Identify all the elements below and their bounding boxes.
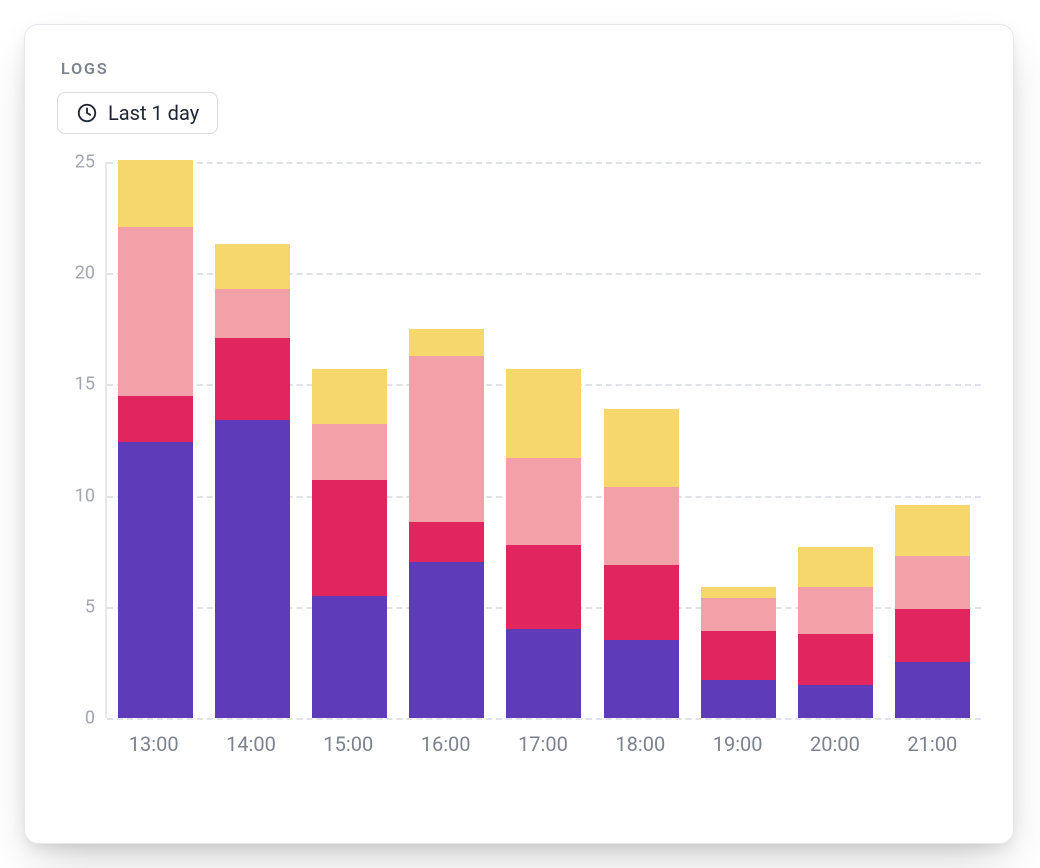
- bar-segment: [506, 629, 581, 718]
- bar-slot: [604, 409, 679, 718]
- bar-segment: [701, 598, 776, 631]
- bar-segment: [312, 596, 387, 718]
- bar-segment: [895, 609, 970, 662]
- bar-segment: [118, 396, 193, 443]
- bar-segment: [604, 409, 679, 487]
- y-tick-label: 10: [75, 485, 95, 506]
- x-tick-label: 21:00: [895, 732, 970, 756]
- bar-segment: [215, 289, 290, 338]
- stacked-bar: [118, 160, 193, 718]
- bar-segment: [798, 685, 873, 718]
- bar-segment: [701, 631, 776, 680]
- section-title: LOGS: [61, 59, 981, 78]
- bar-segment: [701, 587, 776, 598]
- x-tick-label: 15:00: [311, 732, 386, 756]
- bar-slot: [312, 369, 387, 718]
- stacked-bar: [506, 369, 581, 718]
- bar-segment: [701, 680, 776, 718]
- bar-segment: [409, 522, 484, 562]
- bar-segment: [215, 244, 290, 288]
- y-tick-label: 0: [85, 708, 95, 729]
- bar-slot: [506, 369, 581, 718]
- bar-segment: [215, 338, 290, 420]
- bar-slot: [409, 329, 484, 718]
- x-axis: 13:00 14:00 15:00 16:00 17:00 18:00 19:00 20:00…: [105, 718, 981, 756]
- bar-segment: [215, 420, 290, 718]
- x-tick-label: 19:00: [700, 732, 775, 756]
- bar-segment: [604, 640, 679, 718]
- bar-segment: [409, 329, 484, 356]
- stacked-bar: [701, 587, 776, 718]
- stacked-bar: [409, 329, 484, 718]
- stacked-bar: [604, 409, 679, 718]
- y-axis: 0510152025: [57, 162, 101, 718]
- logs-card: LOGS Last 1 day 0 5 10 15 20 25 13:00 14:00 15:…: [24, 24, 1014, 844]
- y-tick-label: 15: [75, 374, 95, 395]
- bar-segment: [506, 545, 581, 630]
- bar-segment: [312, 369, 387, 425]
- bar-slot: [798, 547, 873, 718]
- stacked-bar: [895, 505, 970, 719]
- bar-segment: [895, 556, 970, 609]
- plot-area: [105, 162, 981, 718]
- bars-container: [107, 162, 981, 718]
- bar-segment: [118, 160, 193, 227]
- bar-segment: [118, 442, 193, 718]
- bar-segment: [895, 505, 970, 556]
- x-tick-label: 17:00: [505, 732, 580, 756]
- bar-segment: [312, 424, 387, 480]
- stacked-bar: [312, 369, 387, 718]
- bar-segment: [312, 480, 387, 596]
- y-tick-label: 20: [75, 263, 95, 284]
- bar-slot: [701, 587, 776, 718]
- bar-segment: [118, 227, 193, 396]
- x-tick-label: 16:00: [408, 732, 483, 756]
- bar-slot: [118, 160, 193, 718]
- stacked-bar: [215, 244, 290, 718]
- bar-segment: [604, 487, 679, 565]
- time-range-button[interactable]: Last 1 day: [57, 92, 218, 134]
- bar-segment: [506, 369, 581, 458]
- y-tick-label: 5: [85, 596, 95, 617]
- time-range-label: Last 1 day: [108, 101, 199, 125]
- bar-segment: [604, 565, 679, 641]
- bar-slot: [215, 244, 290, 718]
- y-tick-label: 25: [75, 152, 95, 173]
- bar-segment: [798, 634, 873, 685]
- logs-chart: 0510152025 13:0014:0015:0016:0017:0018:0…: [57, 162, 981, 802]
- bar-slot: [895, 505, 970, 719]
- x-tick-label: 18:00: [603, 732, 678, 756]
- x-tick-label: 13:00: [116, 732, 191, 756]
- bar-segment: [798, 587, 873, 634]
- x-tick-label: 14:00: [213, 732, 288, 756]
- x-tick-label: 20:00: [797, 732, 872, 756]
- bar-segment: [506, 458, 581, 545]
- bar-segment: [895, 662, 970, 718]
- bar-segment: [409, 356, 484, 523]
- bar-segment: [409, 562, 484, 718]
- stacked-bar: [798, 547, 873, 718]
- clock-icon: [76, 102, 98, 124]
- bar-segment: [798, 547, 873, 587]
